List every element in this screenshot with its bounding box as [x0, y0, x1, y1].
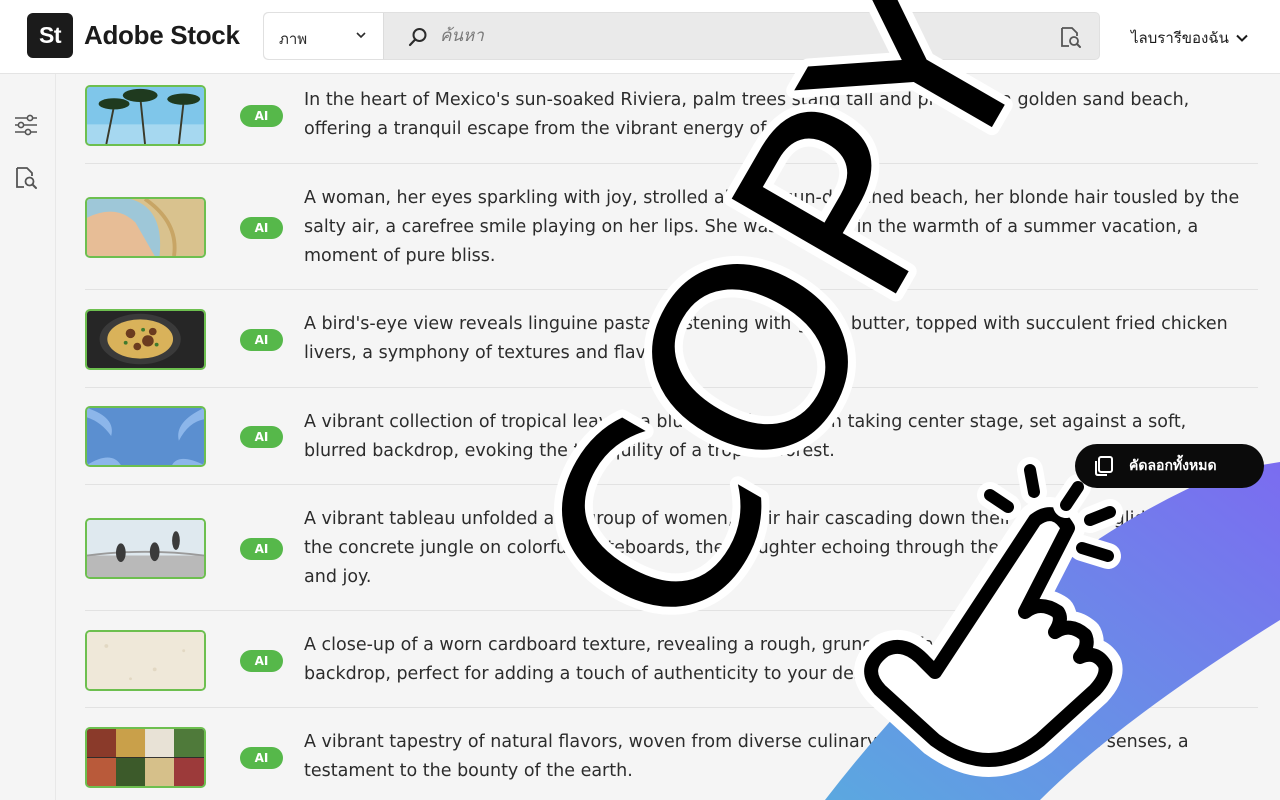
thumbnail-cardboard[interactable] — [85, 630, 206, 691]
thumbnail-palm-trees[interactable] — [85, 85, 206, 146]
search-input[interactable] — [440, 13, 1040, 59]
ai-badge: AI — [240, 538, 283, 560]
ai-badge: AI — [240, 105, 283, 127]
description-text[interactable]: A vibrant tapestry of natural flavors, w… — [304, 728, 1254, 786]
thumbnail-skateboarders[interactable] — [85, 518, 206, 579]
description-text[interactable]: In the heart of Mexico's sun-soaked Rivi… — [304, 86, 1254, 144]
content-type-dropdown[interactable]: ภาพ — [264, 13, 384, 59]
list-item: AI A close-up of a worn cardboard textur… — [85, 611, 1258, 708]
filters-icon[interactable] — [13, 112, 39, 138]
ai-badge: AI — [240, 217, 283, 239]
my-library-label: ไลบรารีของฉัน — [1131, 29, 1229, 47]
thumbnail-pasta[interactable] — [85, 309, 206, 370]
search-icon — [408, 28, 427, 47]
list-item: AI A vibrant tapestry of natural flavors… — [85, 708, 1258, 800]
logo-wordmark[interactable]: Adobe Stock — [84, 20, 240, 51]
copy-all-button[interactable]: คัดลอกทั้งหมด — [1075, 444, 1264, 488]
my-library-menu[interactable]: ไลบรารีของฉัน — [1131, 26, 1249, 50]
top-header: St Adobe Stock ภาพ ไลบรารีของฉัน — [0, 0, 1280, 74]
list-item: AI A vibrant tableau unfolded as a group… — [85, 485, 1258, 611]
visual-search-sidebar-icon[interactable] — [13, 165, 39, 191]
chevron-down-icon — [356, 32, 366, 39]
visual-search-icon[interactable] — [1058, 25, 1082, 49]
ai-badge: AI — [240, 329, 283, 351]
thumbnail-tropical-leaves[interactable] — [85, 406, 206, 467]
chevron-down-icon — [1236, 34, 1248, 42]
copy-all-label: คัดลอกทั้งหมด — [1129, 458, 1217, 474]
ai-badge: AI — [240, 747, 283, 769]
thumbnail-food-collage[interactable] — [85, 727, 206, 788]
ai-badge: AI — [240, 426, 283, 448]
content-type-label: ภาพ — [279, 30, 308, 48]
list-item: AI A bird's-eye view reveals linguine pa… — [85, 290, 1258, 388]
description-text[interactable]: A vibrant tableau unfolded as a group of… — [304, 505, 1254, 592]
description-text[interactable]: A woman, her eyes sparkling with joy, st… — [304, 184, 1254, 271]
description-text[interactable]: A close-up of a worn cardboard texture, … — [304, 631, 1254, 689]
list-item: AI A woman, her eyes sparkling with joy,… — [85, 164, 1258, 290]
search-bar: ภาพ — [263, 12, 1100, 60]
left-sidebar — [0, 74, 56, 800]
ai-badge: AI — [240, 650, 283, 672]
thumbnail-woman-beach[interactable] — [85, 197, 206, 258]
list-item: AI In the heart of Mexico's sun-soaked R… — [85, 74, 1258, 164]
copy-icon — [1095, 456, 1113, 476]
description-text[interactable]: A bird's-eye view reveals linguine pasta… — [304, 310, 1254, 368]
adobe-stock-logo[interactable]: St — [27, 13, 73, 58]
